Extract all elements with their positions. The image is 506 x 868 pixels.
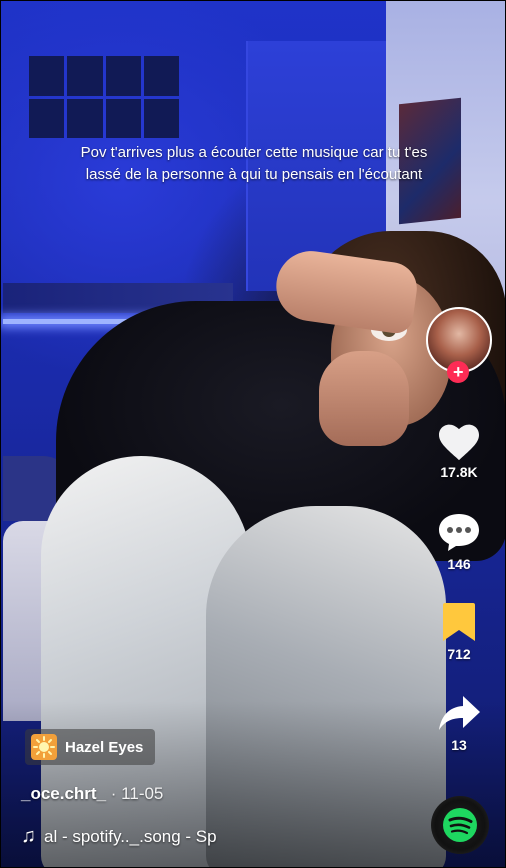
post-date: · 11-05 xyxy=(110,784,164,803)
person-hand-mouth xyxy=(319,351,409,446)
music-disc[interactable] xyxy=(431,796,489,854)
save-button[interactable]: 712 xyxy=(429,601,489,662)
video-caption: Pov t'arrives plus a écouter cette musiq… xyxy=(21,142,487,186)
follow-button[interactable]: + xyxy=(447,361,469,383)
share-arrow-icon xyxy=(439,696,480,730)
like-button[interactable]: 17.8K xyxy=(429,421,489,480)
comment-count: 146 xyxy=(447,556,471,572)
creator-avatar[interactable]: + xyxy=(426,307,492,383)
effect-name: Hazel Eyes xyxy=(65,738,144,756)
sun-icon xyxy=(31,734,57,760)
music-title: al - spotify.._.song - Sp xyxy=(44,826,217,846)
share-count: 13 xyxy=(451,737,467,753)
caption-line-2: lassé de la personne à qui tu pensais en… xyxy=(85,166,423,183)
bookmark-icon xyxy=(443,603,475,641)
heart-icon xyxy=(439,424,479,461)
video-frame[interactable]: Pov t'arrives plus a écouter cette musiq… xyxy=(0,0,506,868)
comment-icon xyxy=(439,514,479,551)
music-info[interactable]: ♫ al - spotify.._.song - Sp xyxy=(21,825,217,848)
username-text: _oce.chrt_ xyxy=(21,784,107,803)
like-count: 17.8K xyxy=(440,464,478,480)
effect-tag[interactable]: Hazel Eyes xyxy=(25,729,156,765)
caption-line-1: Pov t'arrives plus a écouter cette musiq… xyxy=(80,144,428,161)
poster-grid xyxy=(29,56,179,138)
save-count: 712 xyxy=(447,646,471,662)
share-button[interactable]: 13 xyxy=(429,694,489,753)
music-note-icon: ♫ xyxy=(21,825,36,847)
author-username[interactable]: _oce.chrt_ · 11-05 xyxy=(21,784,163,804)
spotify-icon xyxy=(443,808,477,842)
comment-button[interactable]: 146 xyxy=(429,511,489,572)
